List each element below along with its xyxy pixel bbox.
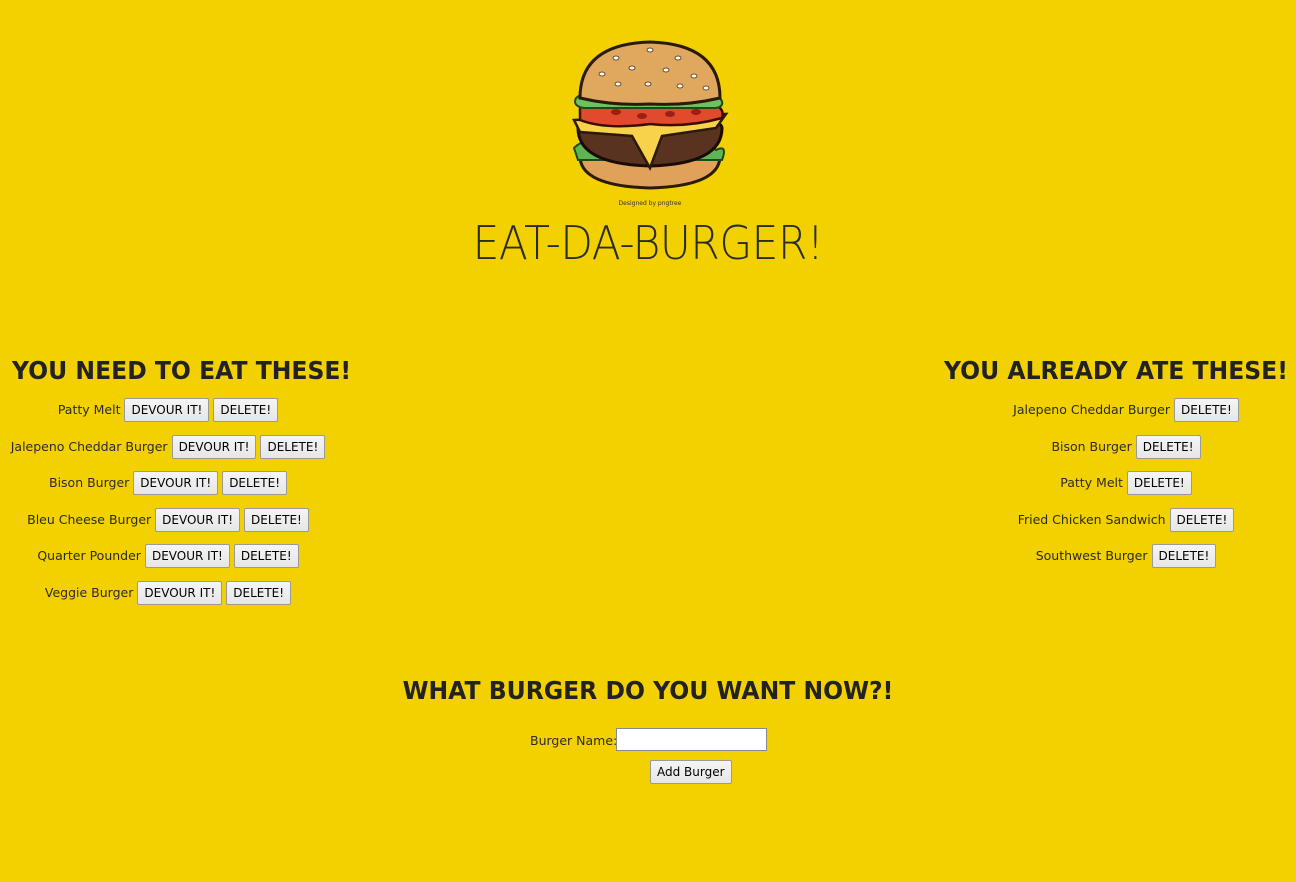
devour-button[interactable]: DEVOUR IT! xyxy=(171,434,257,459)
burger-name: Veggie Burger xyxy=(44,584,134,600)
devour-button[interactable]: DEVOUR IT! xyxy=(155,507,241,532)
burger-name: Fried Chicken Sandwich xyxy=(1017,511,1166,527)
delete-button[interactable]: DELETE! xyxy=(226,580,292,605)
delete-button[interactable]: DELETE! xyxy=(233,544,299,568)
list-item: Quarter Pounder DEVOUR IT! DELETE! xyxy=(0,544,340,581)
list-item: Patty Melt DEVOUR IT! DELETE! xyxy=(0,398,340,435)
delete-button[interactable]: DELETE! xyxy=(244,507,309,532)
form-heading: WHAT BURGER DO YOU WANT NOW?! xyxy=(402,676,894,705)
list-item: Southwest Burger DELETE! xyxy=(960,544,1296,581)
burger-name: Jalepeno Cheddar Burger xyxy=(1013,402,1171,417)
delete-button[interactable]: DELETE! xyxy=(1174,398,1239,422)
devour-button[interactable]: DEVOUR IT! xyxy=(133,471,219,495)
burger-name: Southwest Burger xyxy=(1035,548,1148,563)
logo-credit: Designed by pngtree xyxy=(618,200,682,207)
burger-name: Patty Melt xyxy=(1060,475,1123,490)
burger-icon xyxy=(572,40,729,190)
burger-name: Bleu Cheese Burger xyxy=(27,511,152,527)
burger-name: Quarter Pounder xyxy=(37,548,141,563)
list-item: Bison Burger DELETE! xyxy=(960,434,1296,472)
delete-button[interactable]: DELETE! xyxy=(222,471,287,495)
page-title: EAT-DA-BURGER! xyxy=(472,216,824,270)
eaten-list: Jalepeno Cheddar Burger DELETE! Bison Burg… xyxy=(960,398,1296,581)
add-burger-button[interactable]: Add Burger xyxy=(650,760,732,784)
delete-button[interactable]: DELETE! xyxy=(1169,507,1235,532)
to-eat-heading: YOU NEED TO EAT THESE! xyxy=(12,356,352,385)
devour-button[interactable]: DEVOUR IT! xyxy=(137,580,223,605)
burger-name-label: Burger Name: xyxy=(530,733,618,748)
delete-button[interactable]: DELETE! xyxy=(1126,471,1192,495)
eaten-heading: YOU ALREADY ATE THESE! xyxy=(944,356,1288,385)
delete-button[interactable]: DELETE! xyxy=(213,398,279,422)
list-item: Bleu Cheese Burger DEVOUR IT! DELETE! xyxy=(0,507,340,545)
list-item: Patty Melt DELETE! xyxy=(960,471,1296,508)
list-item: Veggie Burger DEVOUR IT! DELETE! xyxy=(0,580,340,618)
burger-name: Bison Burger xyxy=(49,475,130,490)
delete-button[interactable]: DELETE! xyxy=(260,434,326,459)
burger-name: Patty Melt xyxy=(57,402,121,417)
page: Designed by pngtree EAT-DA-BURGER! YOU N… xyxy=(0,0,1296,882)
list-item: Jalepeno Cheddar Burger DELETE! xyxy=(960,398,1296,435)
list-item: Bison Burger DEVOUR IT! DELETE! xyxy=(0,471,340,508)
burger-name: Bison Burger xyxy=(1051,438,1132,454)
devour-button[interactable]: DEVOUR IT! xyxy=(124,398,210,422)
burger-name: Jalepeno Cheddar Burger xyxy=(10,438,168,454)
list-item: Fried Chicken Sandwich DELETE! xyxy=(960,507,1296,545)
to-eat-list: Patty Melt DEVOUR IT! DELETE! Jalepeno Ched… xyxy=(0,398,340,617)
burger-name-input[interactable] xyxy=(616,728,767,751)
burger-logo: Designed by pngtree xyxy=(566,36,734,212)
list-item: Jalepeno Cheddar Burger DEVOUR IT! DELETE! xyxy=(0,434,340,472)
devour-button[interactable]: DEVOUR IT! xyxy=(144,544,230,568)
delete-button[interactable]: DELETE! xyxy=(1151,544,1217,568)
add-burger-form: Burger Name: Add Burger xyxy=(0,728,1296,788)
delete-button[interactable]: DELETE! xyxy=(1135,434,1201,459)
